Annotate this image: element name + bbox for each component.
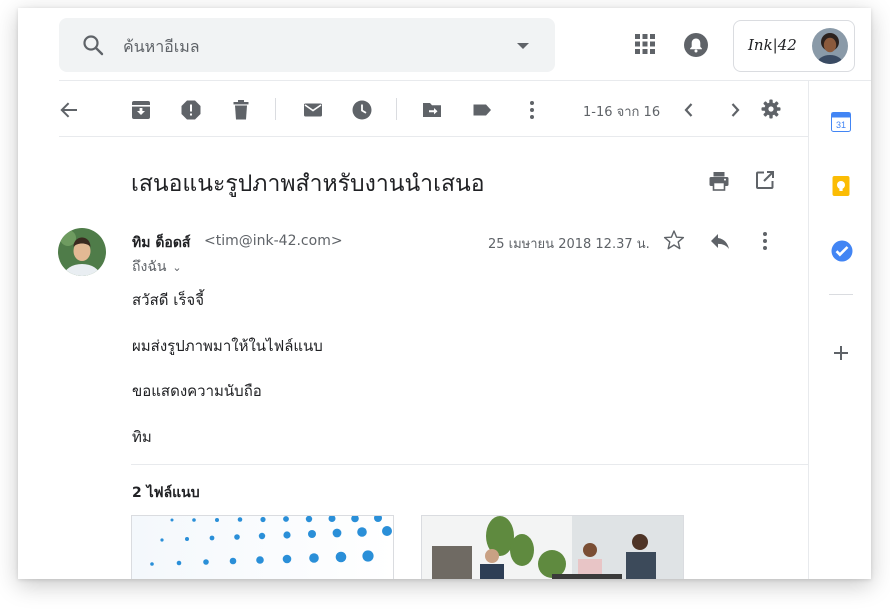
sender-email: <tim@ink-42.com> — [204, 233, 343, 249]
sender-avatar[interactable] — [58, 228, 106, 276]
print-icon[interactable] — [708, 170, 730, 192]
search-options-caret-icon[interactable] — [517, 43, 529, 49]
message-body-line: ขอแสดงความนับถือ — [132, 382, 262, 400]
notifications-bell-icon[interactable] — [683, 32, 709, 58]
google-keep-icon[interactable] — [831, 176, 851, 200]
toolbar-separator — [396, 98, 397, 120]
report-spam-icon[interactable] — [180, 99, 202, 121]
move-to-folder-icon[interactable] — [421, 99, 443, 121]
archive-icon[interactable] — [130, 99, 152, 121]
open-in-new-window-icon[interactable] — [755, 170, 775, 190]
message-body-line: ทิม — [132, 428, 152, 446]
email-subject: เสนอแนะรูปภาพสำหรับงานนำเสนอ — [131, 171, 485, 197]
reply-arrow-icon[interactable] — [709, 231, 731, 253]
message-more-options-icon[interactable] — [756, 230, 774, 252]
attachment-thumbnail-meeting-photo[interactable] — [421, 515, 684, 579]
recipient-line[interactable]: ถึงฉัน ⌄ — [132, 256, 182, 278]
toolbar-divider — [59, 136, 808, 137]
side-panel-divider — [829, 294, 853, 295]
message-body-line: สวัสดี เร็จจี้ — [132, 291, 205, 309]
attachments-title: 2 ไฟล์แนบ — [132, 485, 200, 501]
google-calendar-icon[interactable]: 31 — [831, 112, 851, 136]
label-tag-icon[interactable] — [471, 99, 493, 121]
attachments-divider — [131, 464, 808, 465]
gmail-window: ค้นหาอีเมล Ink|42 1-16 จาก 16 31 เสนอแนะ… — [18, 8, 871, 579]
message-body-line: ผมส่งรูปภาพมาให้ในไฟล์แนบ — [132, 337, 323, 355]
toolbar-separator — [275, 98, 276, 120]
apps-grid-icon[interactable] — [635, 34, 655, 54]
pagination-count: 1-16 จาก 16 — [583, 105, 661, 120]
message-date: 25 เมษายน 2018 12.37 น. — [488, 237, 650, 252]
snooze-clock-icon[interactable] — [351, 99, 373, 121]
settings-gear-icon[interactable] — [761, 99, 781, 119]
svg-text:31: 31 — [836, 120, 846, 130]
organization-logo: Ink|42 — [748, 36, 797, 54]
search-placeholder[interactable]: ค้นหาอีเมล — [123, 35, 200, 60]
star-icon[interactable] — [663, 229, 685, 251]
chevron-right-icon[interactable] — [726, 99, 744, 121]
mark-unread-mail-icon[interactable] — [302, 99, 324, 121]
sender-name: ทิม ด็อดส์ — [132, 235, 191, 251]
recipient-label: ถึงฉัน — [132, 259, 167, 275]
header-divider — [59, 80, 871, 81]
google-tasks-icon[interactable] — [831, 240, 853, 266]
chevron-left-icon[interactable] — [680, 99, 698, 121]
chevron-down-icon[interactable]: ⌄ — [172, 261, 181, 274]
delete-trash-icon[interactable] — [230, 99, 252, 121]
attachment-thumbnail-dots-image[interactable] — [131, 515, 394, 579]
account-switcher[interactable]: Ink|42 — [733, 20, 855, 72]
account-avatar[interactable] — [812, 28, 848, 64]
more-options-vertical-icon[interactable] — [521, 99, 543, 121]
search-bar[interactable]: ค้นหาอีเมล — [59, 18, 555, 72]
search-icon[interactable] — [81, 33, 105, 57]
add-addon-plus-icon[interactable] — [831, 343, 851, 367]
back-arrow-icon[interactable] — [58, 99, 80, 121]
side-panel: 31 — [808, 81, 871, 579]
